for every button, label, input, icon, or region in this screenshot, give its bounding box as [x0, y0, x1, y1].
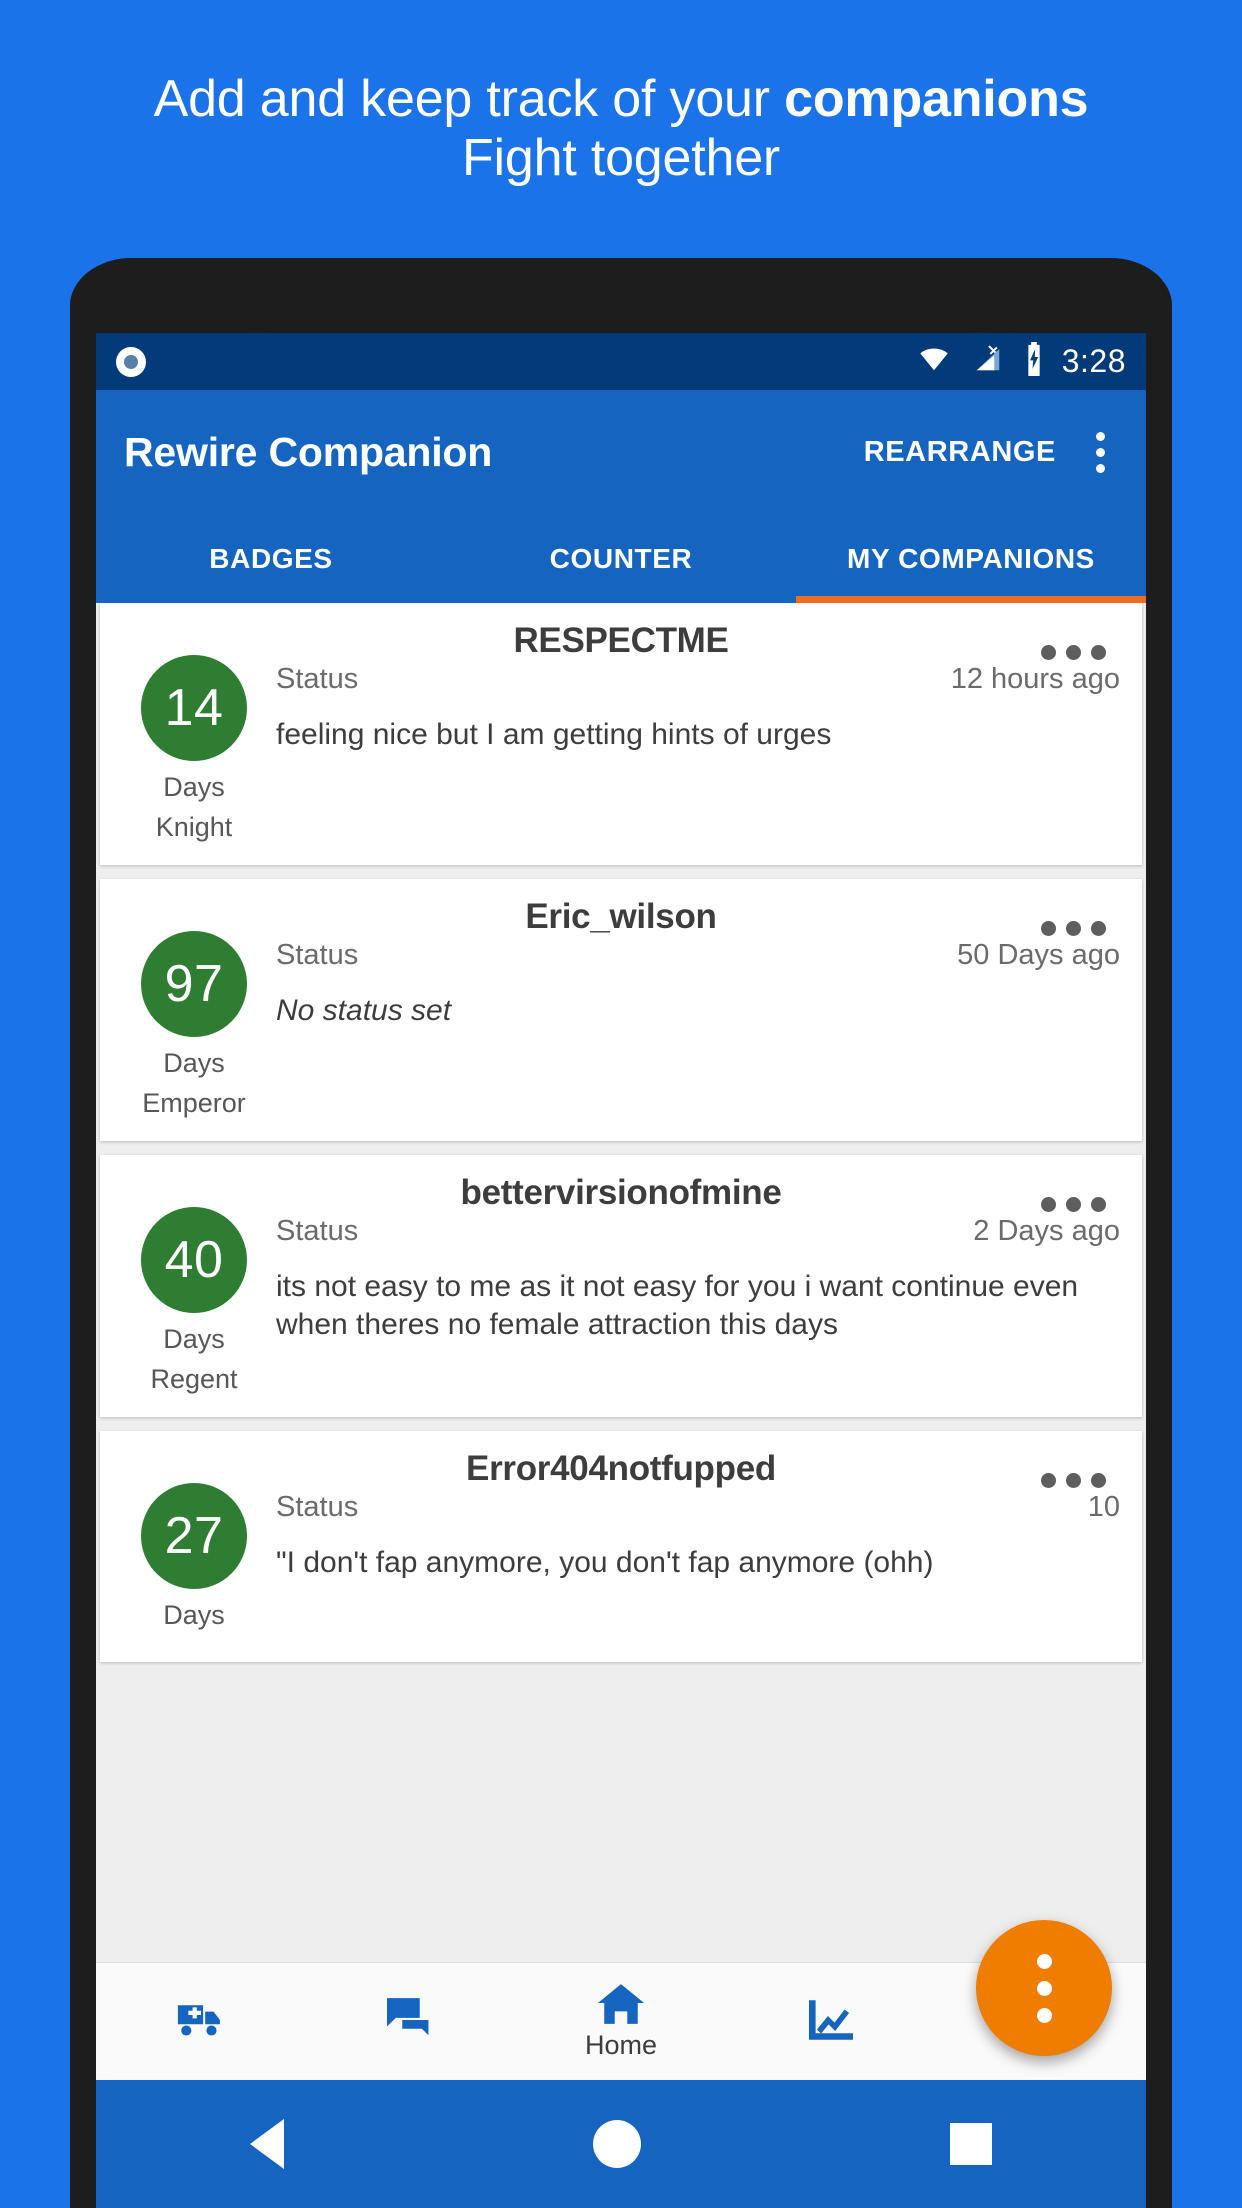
companion-avatar-column: 40 Days Regent	[122, 1207, 266, 1395]
companion-avatar-column: 27 Days	[122, 1483, 266, 1640]
record-circle-icon	[116, 346, 146, 377]
promo-headline: Add and keep track of your companions Fi…	[0, 70, 1242, 188]
system-navigation-bar	[96, 2080, 1146, 2208]
tab-my-companions[interactable]: MY COMPANIONS	[796, 515, 1146, 603]
tab-counter[interactable]: COUNTER	[446, 515, 796, 603]
phone-frame: 3:28 Rewire Companion REARRANGE BADGES C…	[70, 258, 1172, 2208]
days-label: Days	[163, 1048, 225, 1078]
companion-card-body: 27 Days Status 10 "I don't fap anymore, …	[122, 1483, 1120, 1640]
companion-info: Status 50 Days ago No status set	[266, 931, 1120, 1119]
tab-bar: BADGES COUNTER MY COMPANIONS	[96, 515, 1146, 603]
companion-avatar-column: 97 Days Emperor	[122, 931, 266, 1119]
promo-line-1-strong: companions	[784, 70, 1089, 128]
nav-item-forum[interactable]	[306, 1997, 516, 2046]
app-title: Rewire Companion	[124, 429, 493, 475]
avatar: 27	[141, 1483, 247, 1589]
promo-line-1: Add and keep track of your companions	[40, 70, 1202, 129]
status-bar-clock: 3:28	[1061, 343, 1126, 379]
status-timestamp: 2 Days ago	[973, 1215, 1120, 1247]
rank-label: Emperor	[142, 1088, 246, 1118]
companion-card[interactable]: RESPECTME 14 Days Knight Status 12 hours…	[100, 603, 1142, 865]
status-row: Status 50 Days ago	[276, 939, 1120, 972]
ambulance-icon	[175, 1999, 227, 2041]
status-timestamp: 12 hours ago	[950, 663, 1120, 695]
nav-item-home[interactable]: Home	[516, 1982, 726, 2061]
app-bar: Rewire Companion REARRANGE	[96, 390, 1146, 515]
home-icon	[595, 1982, 647, 2026]
companion-card[interactable]: Eric_wilson 97 Days Emperor Status 50 Da…	[100, 879, 1142, 1141]
status-label: Status	[276, 663, 359, 695]
nav-item-emergency[interactable]	[96, 1999, 306, 2045]
status-label: Status	[276, 1491, 359, 1523]
companion-avatar-column: 14 Days Knight	[122, 655, 266, 843]
status-text: feeling nice but I am getting hints of u…	[276, 718, 832, 751]
status-label: Status	[276, 1215, 359, 1247]
companion-info: Status 12 hours ago feeling nice but I a…	[266, 655, 1120, 843]
phone-screen: 3:28 Rewire Companion REARRANGE BADGES C…	[96, 333, 1146, 2208]
chat-bubbles-icon	[387, 1997, 435, 2042]
avatar: 40	[141, 1207, 247, 1313]
days-label: Days	[163, 1600, 225, 1630]
companion-card[interactable]: Error404notfupped 27 Days Status 10 "I d…	[100, 1431, 1142, 1662]
recents-square-icon[interactable]	[949, 2123, 992, 2165]
no-sim-signal-icon	[970, 344, 1006, 379]
card-overflow-icon[interactable]	[1041, 645, 1106, 660]
avatar: 97	[141, 931, 247, 1037]
status-row: Status 10	[276, 1491, 1120, 1524]
promo-line-2: Fight together	[461, 128, 781, 187]
rank-label: Regent	[150, 1364, 238, 1394]
companion-card[interactable]: bettervirsionofmine 40 Days Regent Statu…	[100, 1155, 1142, 1417]
card-overflow-icon[interactable]	[1041, 921, 1106, 936]
status-row: Status 2 Days ago	[276, 1215, 1120, 1248]
status-bar-left	[116, 346, 914, 377]
status-row: Status 12 hours ago	[276, 663, 1120, 696]
days-label: Days	[163, 1324, 225, 1354]
phone-top-bezel	[70, 258, 1172, 342]
companion-info: Status 2 Days ago its not easy to me as …	[266, 1207, 1120, 1395]
nav-item-stats[interactable]	[726, 1998, 936, 2046]
overflow-menu-icon[interactable]	[1082, 427, 1118, 479]
companion-info: Status 10 "I don't fap anymore, you don'…	[266, 1483, 1120, 1640]
companion-card-body: 40 Days Regent Status 2 Days ago its not…	[122, 1207, 1120, 1395]
companion-list[interactable]: RESPECTME 14 Days Knight Status 12 hours…	[96, 603, 1146, 2080]
chart-line-icon	[806, 1998, 856, 2042]
status-timestamp: 10	[1087, 1491, 1120, 1523]
status-text: "I don't fap anymore, you don't fap anym…	[276, 1546, 934, 1579]
status-bar-right: 3:28	[914, 342, 1126, 381]
promo-line-1-prefix: Add and keep track of your	[153, 70, 785, 128]
days-label: Days	[163, 772, 225, 802]
battery-charging-icon	[1022, 342, 1046, 381]
nav-label-home: Home	[584, 2030, 658, 2060]
avatar: 14	[141, 655, 247, 761]
status-bar: 3:28	[96, 333, 1146, 390]
wifi-icon	[914, 344, 954, 379]
status-text: No status set	[276, 994, 452, 1027]
status-timestamp: 50 Days ago	[957, 939, 1120, 971]
status-text: its not easy to me as it not easy for yo…	[276, 1270, 1079, 1342]
status-label: Status	[276, 939, 359, 971]
card-overflow-icon[interactable]	[1041, 1197, 1106, 1212]
companion-card-body: 97 Days Emperor Status 50 Days ago No st…	[122, 931, 1120, 1119]
back-triangle-icon[interactable]	[250, 2119, 285, 2169]
tab-badges[interactable]: BADGES	[96, 515, 446, 603]
companion-card-body: 14 Days Knight Status 12 hours ago feeli…	[122, 655, 1120, 843]
floating-action-button[interactable]	[976, 1920, 1112, 2056]
rearrange-button[interactable]: REARRANGE	[864, 436, 1056, 469]
rank-label: Knight	[155, 812, 233, 842]
home-circle-icon[interactable]	[592, 2120, 641, 2168]
card-overflow-icon[interactable]	[1041, 1473, 1106, 1488]
